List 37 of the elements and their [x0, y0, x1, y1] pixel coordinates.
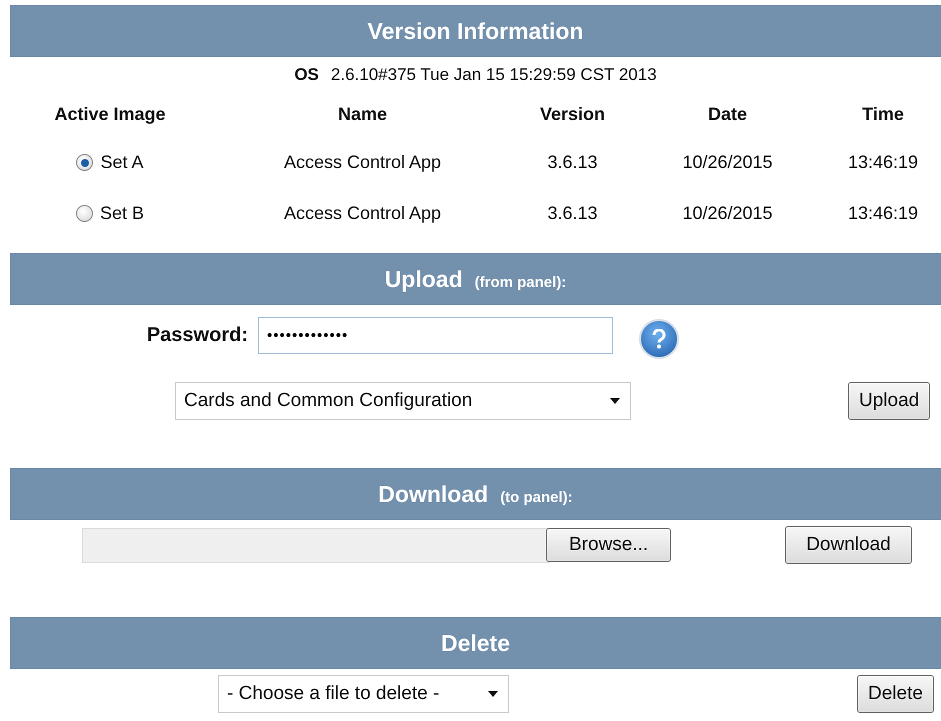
- radio-label: Set A: [100, 152, 144, 173]
- table-cell-text: Access Control App: [282, 151, 442, 174]
- column-header: Name: [336, 102, 388, 126]
- section-title: Version Information: [368, 18, 584, 44]
- column-header: Version: [538, 102, 606, 126]
- section-title: Delete: [440, 630, 510, 656]
- table-cell-text: 13:46:19: [846, 151, 920, 174]
- browse-button[interactable]: Browse...: [546, 528, 672, 562]
- caret-icon: [488, 691, 498, 697]
- column-header: Active Image: [53, 102, 167, 126]
- table-cell-text: 13:46:19: [846, 202, 920, 225]
- radio-button[interactable]: [76, 154, 94, 171]
- os-label: OS: [294, 65, 319, 86]
- section-subtitle: (to panel):: [500, 488, 573, 506]
- download-button[interactable]: Download: [785, 526, 912, 564]
- column-header: Time: [861, 102, 905, 126]
- help-icon[interactable]: [639, 319, 679, 359]
- radio-button[interactable]: [76, 205, 93, 222]
- section-subtitle: (from panel):: [474, 272, 566, 290]
- table-cell-text: 3.6.13: [546, 202, 599, 225]
- password-label: Password:: [146, 324, 248, 346]
- password-field[interactable]: •••••••••••••: [258, 316, 613, 354]
- section-title: Download: [378, 480, 488, 508]
- os-version: 2.6.10#375 Tue Jan 15 15:29:59 CST 2013: [330, 65, 657, 86]
- delete-button[interactable]: Delete: [857, 675, 934, 713]
- file-dropdown[interactable]: - Choose a file to delete -: [218, 675, 509, 713]
- table-cell-text: Access Control App: [282, 202, 442, 225]
- table-cell-text: 10/26/2015: [681, 202, 774, 225]
- caret-icon: [610, 398, 620, 404]
- file-path-field[interactable]: [82, 528, 550, 562]
- table-cell-text: 3.6.13: [546, 151, 599, 174]
- section-title: Upload: [384, 266, 463, 292]
- column-header: Date: [706, 102, 748, 126]
- radio-label: Set B: [100, 203, 144, 224]
- configuration-dropdown[interactable]: Cards and Common Configuration: [175, 382, 631, 420]
- upload-button[interactable]: Upload: [848, 382, 930, 420]
- table-cell-text: 10/26/2015: [681, 151, 774, 174]
